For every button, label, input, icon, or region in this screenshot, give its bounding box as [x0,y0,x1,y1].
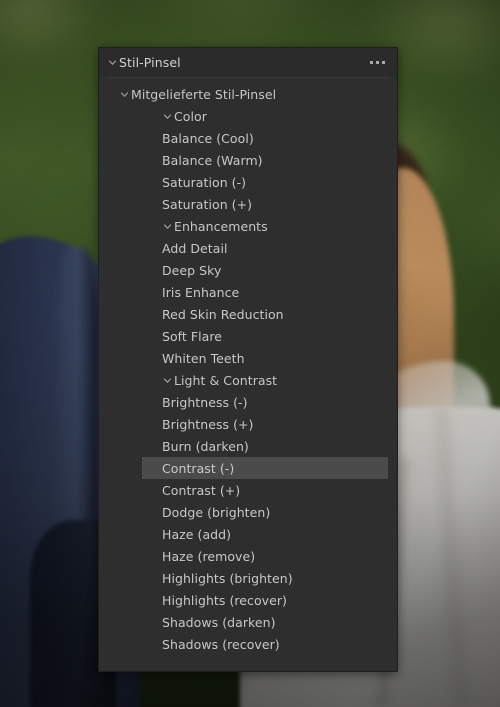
style-brush-panel: Stil-Pinsel Mitgelieferte Stil-Pinsel Col… [98,47,398,672]
brush-item-shadows-recover[interactable]: Shadows (recover) [142,633,388,655]
brush-item-label: Contrast (+) [162,482,241,498]
brush-item-label: Soft Flare [162,328,223,344]
brush-item-balance-warm[interactable]: Balance (Warm) [142,149,388,171]
tree-group-label: Mitgelieferte Stil-Pinsel [131,86,277,102]
ellipsis-dot [376,61,379,64]
brush-item-haze-add[interactable]: Haze (add) [142,523,388,545]
brush-item-add-detail[interactable]: Add Detail [142,237,388,259]
brush-item-contrast[interactable]: Contrast (-) [142,457,388,479]
brush-item-label: Iris Enhance [162,284,240,300]
ellipsis-dot [382,61,385,64]
brush-item-label: Balance (Cool) [162,130,254,146]
panel-title: Stil-Pinsel [119,55,181,70]
brush-item-saturation[interactable]: Saturation (+) [142,193,388,215]
screen: Stil-Pinsel Mitgelieferte Stil-Pinsel Col… [0,0,500,707]
brush-item-saturation[interactable]: Saturation (-) [142,171,388,193]
panel-header: Stil-Pinsel [99,48,397,77]
brush-item-label: Saturation (-) [162,174,247,190]
brush-item-label: Haze (add) [162,526,232,542]
brush-item-red-skin-reduction[interactable]: Red Skin Reduction [142,303,388,325]
brush-item-dodge-brighten[interactable]: Dodge (brighten) [142,501,388,523]
brush-item-haze-remove[interactable]: Haze (remove) [142,545,388,567]
brush-item-highlights-brighten[interactable]: Highlights (brighten) [142,567,388,589]
brush-item-brightness[interactable]: Brightness (-) [142,391,388,413]
brush-item-label: Haze (remove) [162,548,256,564]
brush-item-label: Brightness (+) [162,416,254,432]
chevron-down-icon[interactable] [161,222,174,231]
brush-item-label: Contrast (-) [162,460,235,476]
brush-item-deep-sky[interactable]: Deep Sky [142,259,388,281]
chevron-down-icon[interactable] [161,376,174,385]
brush-item-label: Balance (Warm) [162,152,263,168]
brush-tree: Mitgelieferte Stil-Pinsel Color Balance (C… [99,78,397,655]
tree-group-label: Light & Contrast [174,372,278,388]
brush-item-label: Add Detail [162,240,228,256]
brush-item-contrast[interactable]: Contrast (+) [142,479,388,501]
brush-item-shadows-darken[interactable]: Shadows (darken) [142,611,388,633]
chevron-down-icon[interactable] [161,112,174,121]
tree-group-color[interactable]: Color [99,105,397,127]
brush-item-iris-enhance[interactable]: Iris Enhance [142,281,388,303]
brush-item-label: Shadows (darken) [162,614,276,630]
brush-item-label: Highlights (recover) [162,592,287,608]
chevron-down-icon[interactable] [106,58,119,67]
brush-item-label: Deep Sky [162,262,222,278]
ellipsis-dot [370,61,373,64]
brush-item-whiten-teeth[interactable]: Whiten Teeth [142,347,388,369]
brush-item-brightness[interactable]: Brightness (+) [142,413,388,435]
tree-group-enhancements[interactable]: Enhancements [99,215,397,237]
brush-item-label: Brightness (-) [162,394,248,410]
brush-item-label: Saturation (+) [162,196,253,212]
tree-group-label: Color [174,108,207,124]
brush-item-label: Dodge (brighten) [162,504,271,520]
brush-item-label: Highlights (brighten) [162,570,293,586]
panel-menu-button[interactable] [370,61,387,64]
brush-item-label: Shadows (recover) [162,636,280,652]
tree-group-label: Enhancements [174,218,268,234]
brush-item-soft-flare[interactable]: Soft Flare [142,325,388,347]
brush-item-burn-darken[interactable]: Burn (darken) [142,435,388,457]
tree-group-light-contrast[interactable]: Light & Contrast [99,369,397,391]
brush-item-label: Burn (darken) [162,438,249,454]
brush-item-label: Red Skin Reduction [162,306,284,322]
brush-item-balance-cool[interactable]: Balance (Cool) [142,127,388,149]
brush-item-highlights-recover[interactable]: Highlights (recover) [142,589,388,611]
chevron-down-icon[interactable] [118,90,131,99]
tree-group-mitgelieferte-stil-pinsel[interactable]: Mitgelieferte Stil-Pinsel [99,83,397,105]
brush-item-label: Whiten Teeth [162,350,245,366]
